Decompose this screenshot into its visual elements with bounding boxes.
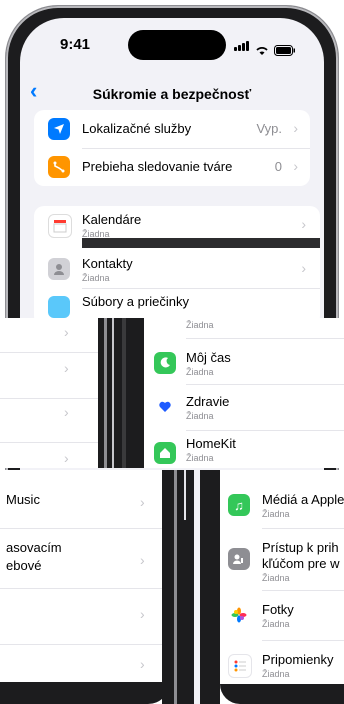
row-label: Prístup k prih (262, 540, 339, 555)
row-sublabel: Žiadna (262, 619, 290, 629)
row-reminders[interactable]: Pripomienky Žiadna (220, 646, 344, 684)
media-icon: ♫ (228, 494, 250, 516)
row-label: Pripomienky (262, 652, 334, 667)
row-value: 0 (274, 159, 282, 174)
row-label: asovacím (6, 540, 62, 555)
chevron-right-icon: › (293, 120, 298, 136)
row-media[interactable]: ♫ Médiá a Apple Žiadna (220, 486, 344, 524)
row-sublabel: Žiadna (262, 509, 290, 519)
reminders-icon (228, 654, 252, 678)
homekit-icon (154, 442, 176, 464)
chevron-right-icon: › (140, 494, 145, 510)
photos-icon (228, 604, 250, 626)
row-label: Music (6, 492, 40, 507)
row-label: Kalendáre (82, 212, 142, 227)
contacts-icon (48, 258, 70, 280)
row-sublabel: Žiadna (186, 411, 214, 421)
wifi-icon (256, 47, 268, 55)
row-contacts[interactable]: Kontakty Žiadna › (34, 250, 320, 288)
row-label: Fotky (262, 602, 294, 617)
row-value: Vyp. (256, 121, 282, 136)
glitch-bezel-lower (162, 470, 220, 704)
row-face-tracking[interactable]: Prebieha sledovanie tváre 0 › (34, 148, 310, 186)
status-bar: 9:41 (20, 18, 324, 72)
row-label: HomeKit (186, 436, 236, 451)
chevron-right-icon: › (301, 216, 306, 232)
row-location-services[interactable]: Lokalizačné služby Vyp. › (34, 110, 310, 148)
passkey-icon (228, 548, 250, 570)
row-sublabel: Žiadna (186, 320, 214, 330)
row-homekit[interactable]: HomeKit Žiadna (144, 434, 344, 468)
chevron-right-icon: › (140, 606, 145, 622)
calendar-icon (48, 214, 72, 238)
row-sublabel: Žiadna (82, 273, 110, 283)
permissions-group: Kalendáre Žiadna › Kontakty Žiadna › Súb… (34, 206, 320, 326)
health-icon (154, 396, 176, 418)
location-arrow-icon (48, 118, 70, 140)
row-photos[interactable]: Fotky Žiadna (220, 596, 344, 634)
row-label-line2: kľúčom pre w (262, 556, 340, 571)
navigation-bar: ‹ Súkromie a bezpečnosť (20, 72, 324, 112)
glitch-slice-left-mid: › › › › (0, 318, 100, 468)
chevron-right-icon: › (64, 450, 69, 466)
battery-icon (274, 45, 295, 56)
screen-time-icon (154, 352, 176, 374)
row-sublabel: Žiadna (186, 367, 214, 377)
row-label: Môj čas (186, 350, 231, 365)
glitch-slice-right-lower: ♫ Médiá a Apple Žiadna Prístup k prih kľ… (220, 470, 344, 704)
glitch-bezel (98, 318, 144, 468)
row-label: Lokalizačné služby (82, 121, 192, 136)
row-sublabel: Žiadna (262, 669, 290, 679)
face-tracking-icon (48, 156, 70, 178)
chevron-right-icon: › (64, 404, 69, 420)
chevron-right-icon: › (293, 158, 298, 174)
row-label: Prebieha sledovanie tváre (82, 159, 233, 174)
row-health[interactable]: Zdravie Žiadna (144, 388, 344, 426)
row-label: Kontakty (82, 256, 133, 271)
row-sublabel: Žiadna (186, 453, 214, 463)
chevron-right-icon: › (301, 260, 306, 276)
glitch-bar (82, 238, 320, 248)
page-title: Súkromie a bezpečnosť (92, 86, 252, 102)
glitch-slice-left-lower: Music › asovacím ebové › › › (0, 470, 162, 704)
row-screen-time[interactable]: Môj čas Žiadna (144, 344, 344, 382)
cellular-signal-icon (234, 38, 250, 56)
chevron-right-icon: › (64, 360, 69, 376)
row-passkeys[interactable]: Prístup k prih kľúčom pre w Žiadna (220, 536, 344, 583)
chevron-right-icon: › (140, 552, 145, 568)
status-icons (234, 38, 296, 56)
row-label: Zdravie (186, 394, 230, 409)
files-icon (48, 296, 70, 318)
row-label: ebové (6, 558, 42, 573)
location-settings-group: Lokalizačné služby Vyp. › Prebieha sledo… (34, 110, 310, 186)
dynamic-island (128, 30, 226, 60)
status-time: 9:41 (60, 36, 91, 53)
glitch-slice-mid-list: Žiadna Môj čas Žiadna Zdravie Žiadna Hom… (144, 318, 344, 468)
chevron-right-icon: › (140, 656, 145, 672)
chevron-right-icon: › (64, 324, 69, 340)
row-label: Médiá a Apple (262, 492, 344, 507)
row-sublabel: Žiadna (262, 573, 290, 583)
row-label: Súbory a priečinky (82, 294, 189, 309)
